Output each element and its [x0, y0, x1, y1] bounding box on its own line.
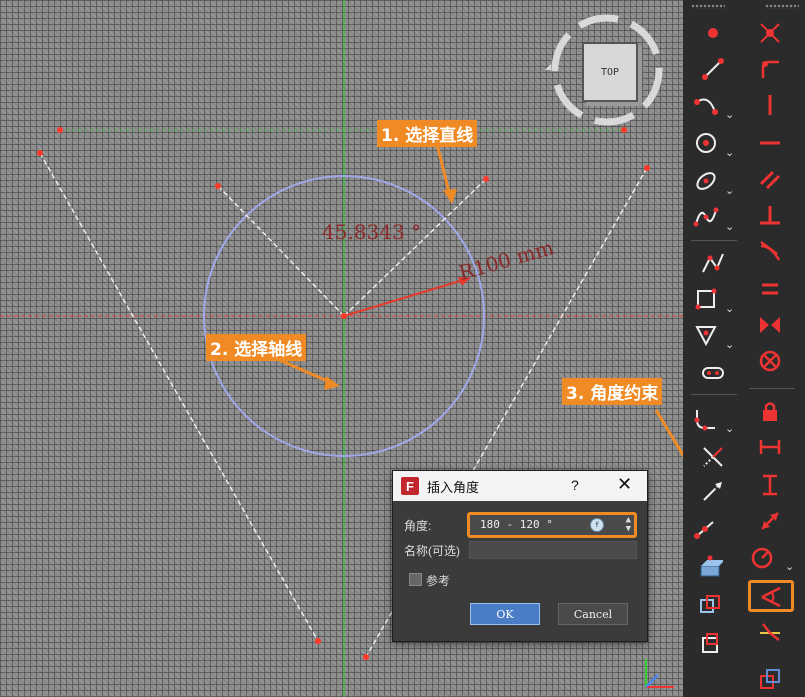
circle-dropdown-chevron-icon[interactable]: ⌄ [725, 146, 734, 159]
trim-tool-icon[interactable] [698, 442, 728, 472]
conic-tool-icon[interactable] [691, 166, 721, 196]
rectangle-dropdown-chevron-icon[interactable]: ⌄ [725, 302, 734, 315]
name-label: 名称(可选) [404, 544, 460, 558]
insert-angle-dialog: F 插入角度 ? ✕ 角度: 180 - 120 ° f ▲ ▼ 名称(可选) 参… [392, 470, 648, 642]
dialog-titlebar[interactable]: F 插入角度 ? ✕ [393, 471, 647, 501]
navcube-face-top[interactable]: TOP [582, 42, 638, 102]
name-input[interactable] [469, 541, 637, 559]
polygon-dropdown-chevron-icon[interactable]: ⌄ [725, 338, 734, 351]
fillet-dropdown-chevron-icon[interactable]: ⌄ [725, 422, 734, 435]
axis-cross-icon [645, 659, 674, 688]
parallel-constraint-icon[interactable] [755, 164, 785, 194]
equal-constraint-icon[interactable] [755, 274, 785, 304]
angle-label: 角度: [404, 519, 432, 533]
clone-tool-icon[interactable] [695, 628, 725, 658]
toolbar-grip-right[interactable] [765, 4, 799, 9]
distance-constraint-icon[interactable] [755, 506, 785, 536]
angle-spinner-icon[interactable]: ▲ ▼ [626, 516, 631, 534]
horizontal-distance-constraint-icon[interactable] [755, 432, 785, 462]
dialog-title: 插入角度 [427, 479, 480, 495]
polyline-tool-icon[interactable] [698, 248, 728, 278]
navigation-cube[interactable]: TOP [545, 10, 663, 130]
radius-constraint-icon[interactable] [747, 542, 777, 572]
circle-tool-icon[interactable] [691, 128, 721, 158]
help-button[interactable]: ? [571, 477, 579, 493]
annotation-step2: 2. 选择轴线 [206, 334, 307, 361]
polygon-tool-icon[interactable] [691, 320, 721, 350]
vertical-distance-constraint-icon[interactable] [755, 470, 785, 500]
arc-tool-icon[interactable] [691, 90, 721, 120]
sketcher-toolbar: ⌄ ⌄ ⌄ ⌄ ⌄ ⌄ ⌄ ⌄ [683, 0, 805, 697]
cancel-button[interactable]: Cancel [558, 603, 628, 625]
conic-dropdown-chevron-icon[interactable]: ⌄ [725, 184, 734, 197]
ok-button[interactable]: OK [470, 603, 540, 625]
annotation-step3: 3. 角度约束 [562, 378, 663, 405]
left-slant-line [39, 152, 319, 642]
point-on-object-constraint-icon[interactable] [755, 54, 785, 84]
reference-label: 参考 [426, 574, 451, 588]
toolbar-grip-left[interactable] [691, 4, 725, 9]
construction-mode-tool-icon[interactable] [695, 590, 725, 620]
angle-dimension: 45.8343 ° [322, 220, 422, 244]
toggle-driving-constraint-icon[interactable] [755, 664, 785, 694]
angle-constraint-icon[interactable] [756, 582, 786, 612]
snell-constraint-icon[interactable] [755, 618, 785, 648]
reference-checkbox[interactable] [409, 573, 422, 586]
bspline-dropdown-chevron-icon[interactable]: ⌄ [725, 220, 734, 233]
tangent-constraint-icon[interactable] [755, 236, 785, 266]
inner-left-line [217, 185, 345, 317]
expression-icon[interactable]: f [590, 518, 604, 532]
radius-dropdown-chevron-icon[interactable]: ⌄ [785, 560, 794, 573]
close-button[interactable]: ✕ [617, 474, 632, 495]
horizontal-constraint-icon[interactable] [755, 128, 785, 158]
annotation-step1: 1. 选择直线 [377, 120, 478, 147]
line-tool-icon[interactable] [698, 54, 728, 84]
carbon-copy-tool-icon[interactable] [695, 552, 725, 582]
block-constraint-icon[interactable] [755, 346, 785, 376]
extend-tool-icon[interactable] [698, 476, 728, 506]
arc-dropdown-chevron-icon[interactable]: ⌄ [725, 108, 734, 121]
fillet-tool-icon[interactable] [691, 404, 721, 434]
symmetric-constraint-icon[interactable] [755, 310, 785, 340]
lock-constraint-icon[interactable] [755, 396, 785, 426]
perpendicular-constraint-icon[interactable] [755, 200, 785, 230]
bspline-tool-icon[interactable] [691, 202, 721, 232]
angle-input[interactable]: 180 - 120 ° f ▲ ▼ [467, 512, 637, 538]
point-tool-icon[interactable] [698, 18, 728, 48]
rectangle-tool-icon[interactable] [691, 284, 721, 314]
vertical-constraint-icon[interactable] [755, 90, 785, 120]
angle-input-value: 180 - 120 ° [480, 518, 553, 531]
external-geometry-tool-icon[interactable] [691, 514, 721, 544]
coincident-constraint-icon[interactable] [755, 18, 785, 48]
freecad-logo-icon: F [401, 477, 419, 495]
slot-tool-icon[interactable] [698, 358, 728, 388]
